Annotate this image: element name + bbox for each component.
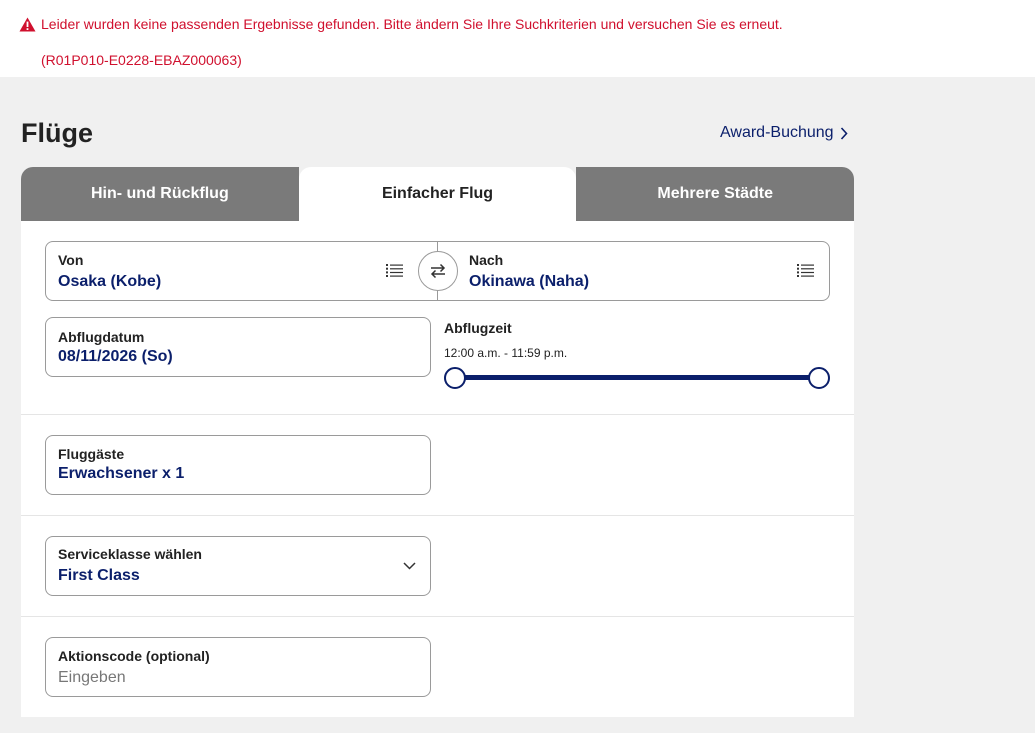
swap-route-button[interactable]: [418, 251, 458, 291]
error-message: Leider wurden keine passenden Ergebnisse…: [41, 16, 783, 32]
departure-time-slider-start-handle[interactable]: [444, 367, 466, 389]
section-divider: [21, 515, 854, 516]
tab-label: Einfacher Flug: [381, 185, 494, 202]
page-title: Flüge: [21, 118, 93, 148]
departure-time-range: 12:00 a.m. - 11:59 p.m.: [444, 346, 568, 360]
departure-time-label: Abflugzeit: [444, 320, 512, 336]
passengers-field[interactable]: Fluggäste Erwachsener x 1: [45, 435, 431, 495]
tab-round-trip[interactable]: Hin- und Rückflug: [21, 167, 299, 221]
chevron-right-icon: [840, 126, 848, 140]
warning-icon: [19, 17, 36, 31]
tab-label: Mehrere Städte: [657, 185, 773, 202]
section-divider: [21, 414, 854, 415]
tab-label: Hin- und Rückflug: [90, 185, 229, 202]
swap-arrows-icon: [430, 263, 446, 279]
departure-date-field[interactable]: Abflugdatum 08/11/2026 (So): [45, 317, 431, 377]
section-divider: [21, 616, 854, 617]
route-field: Von Osaka (Kobe) Nach Okinawa (Naha): [45, 241, 830, 301]
passengers-label: Fluggäste: [58, 446, 125, 462]
passengers-value: Erwachsener x 1: [58, 465, 185, 482]
origin-field[interactable]: Von Osaka (Kobe): [46, 242, 437, 300]
trip-type-tabs: Hin- und Rückflug Einfacher Flug Mehrere…: [21, 167, 855, 221]
destination-value: Okinawa (Naha): [469, 273, 590, 290]
departure-date-value: 08/11/2026 (So): [58, 348, 173, 365]
destination-label: Nach: [469, 252, 504, 268]
destination-field[interactable]: Nach Okinawa (Naha): [457, 242, 829, 300]
promo-code-input[interactable]: Eingeben: [58, 669, 126, 687]
origin-value: Osaka (Kobe): [58, 273, 162, 290]
award-booking-link[interactable]: Award-Buchung: [720, 124, 848, 142]
chevron-down-icon: [403, 562, 416, 570]
cabin-class-select[interactable]: Serviceklasse wählen First Class: [45, 536, 431, 596]
tab-one-way[interactable]: Einfacher Flug: [298, 167, 577, 221]
promo-code-field[interactable]: Aktionscode (optional) Eingeben: [45, 637, 431, 697]
search-form-panel: Von Osaka (Kobe) Nach Okinawa (Naha) Abf…: [21, 221, 854, 717]
error-message-line: Leider wurden keine passenden Ergebnisse…: [19, 16, 783, 32]
cabin-class-value: First Class: [58, 567, 140, 584]
award-booking-label: Award-Buchung: [720, 124, 834, 141]
departure-time-slider-end-handle[interactable]: [808, 367, 830, 389]
list-icon: [386, 264, 403, 277]
promo-code-label: Aktionscode (optional): [58, 648, 210, 664]
departure-time-slider-track[interactable]: [455, 375, 819, 380]
tab-multi-city[interactable]: Mehrere Städte: [576, 167, 855, 221]
list-icon: [797, 264, 814, 277]
error-banner: Leider wurden keine passenden Ergebnisse…: [0, 0, 1035, 77]
departure-date-label: Abflugdatum: [58, 329, 145, 345]
error-code: (R01P010-E0228-EBAZ000063): [41, 52, 242, 68]
cabin-class-label: Serviceklasse wählen: [58, 546, 202, 562]
origin-label: Von: [58, 252, 84, 268]
